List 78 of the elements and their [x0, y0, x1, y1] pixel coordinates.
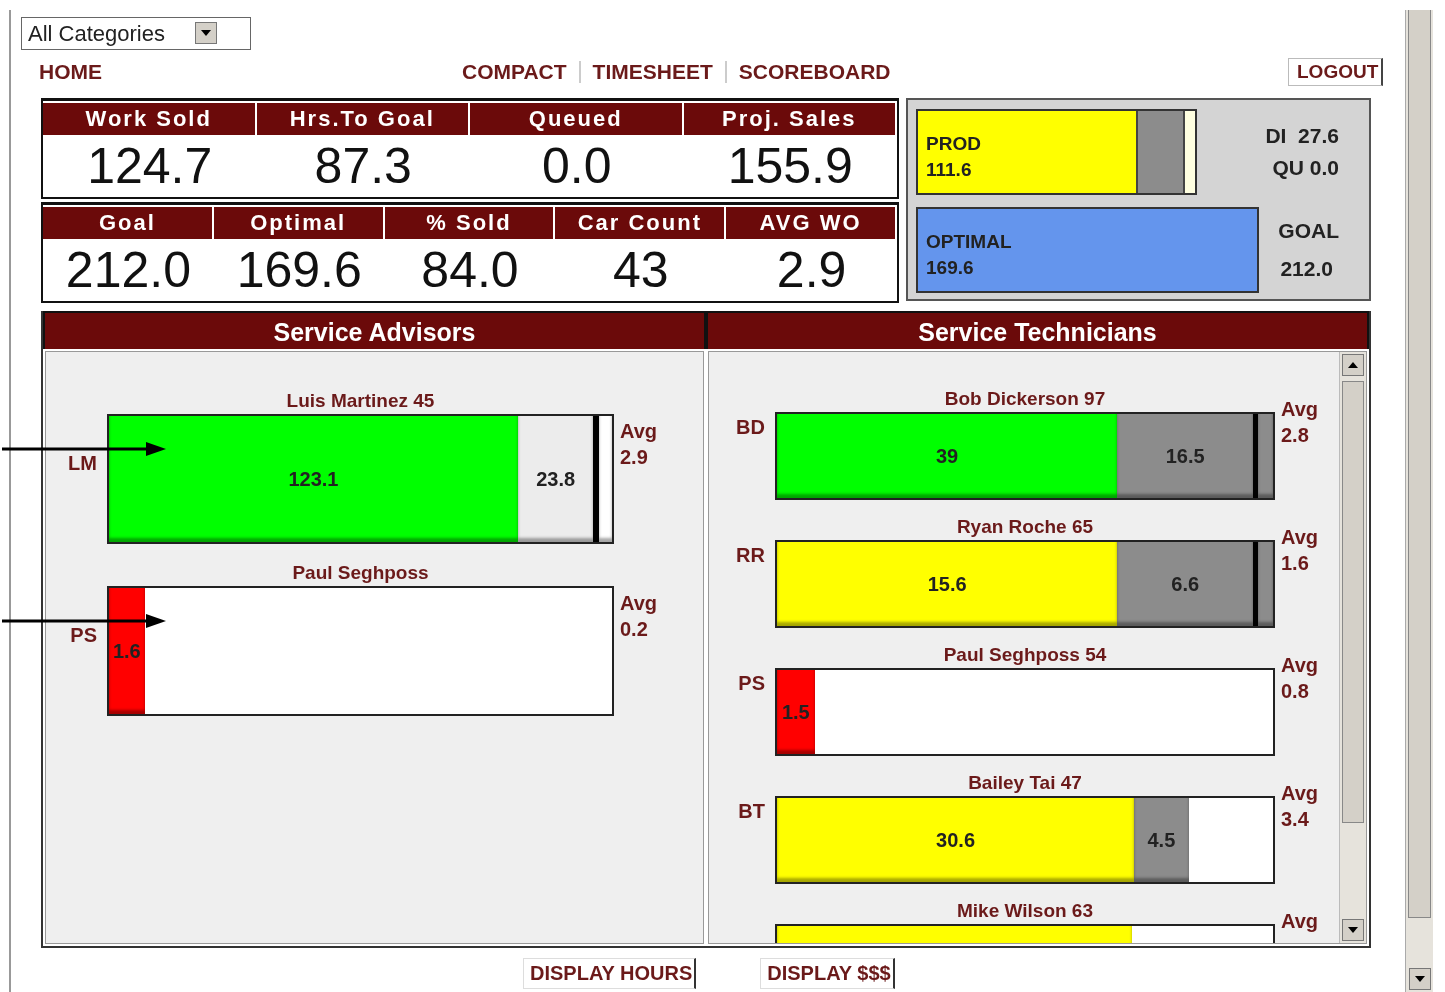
display-button[interactable]: DISPLAY HOURS — [523, 958, 697, 989]
bar-segment: 6.6 — [1117, 542, 1254, 626]
average-label: Avg — [620, 419, 658, 444]
bar-segment: 4.5 — [1134, 798, 1189, 882]
logout-link[interactable]: LOGOUT — [1288, 58, 1384, 86]
stat-header: % Sold — [384, 207, 556, 239]
display-button[interactable]: DISPLAY $$$ — [760, 958, 895, 989]
average-value: 2.8 — [1281, 423, 1310, 448]
bar-segment: 23.8 — [517, 416, 594, 542]
bar-label: OPTIMAL — [926, 230, 1012, 254]
average-value: 3.4 — [1281, 807, 1310, 832]
stat-header: Hrs.To Goal — [256, 103, 470, 135]
down-arrow-icon — [1348, 927, 1358, 933]
stat-value: 0.0 — [541, 137, 613, 196]
stat-header: Queued — [470, 103, 684, 135]
stat-value: 169.6 — [235, 241, 363, 300]
average-label: Avg — [1281, 525, 1320, 550]
average-label: Avg — [1281, 781, 1320, 806]
bar-label: PROD — [926, 132, 981, 156]
person-name: Bob Dickerson 97 — [943, 388, 1107, 410]
stat-value: 124.7 — [86, 137, 214, 196]
scrollbar[interactable] — [1339, 352, 1366, 943]
stat-header: Work Sold — [43, 103, 257, 135]
bar-segment: 1.6 — [109, 588, 145, 714]
person-name: Ryan Roche 65 — [955, 516, 1095, 538]
initials-label: PS — [738, 672, 765, 694]
bar-segment: 39 — [777, 414, 1118, 498]
scrollbar[interactable] — [1405, 10, 1433, 992]
person-name: Bailey Tai 47 — [967, 772, 1083, 794]
stat-header: Proj. Sales — [683, 103, 897, 135]
average-label: Avg — [1281, 397, 1320, 422]
stat-value: 155.9 — [726, 137, 854, 196]
category-select[interactable]: All Categories — [21, 17, 251, 50]
average-value: 0.8 — [1281, 679, 1310, 704]
initials-label: PS — [70, 624, 97, 646]
average-label: Avg — [620, 591, 658, 616]
stat-header: Goal — [43, 207, 214, 239]
goal-value: 212.0 — [1280, 257, 1334, 281]
bar-segment: 30.6 — [777, 798, 1135, 882]
nav-link[interactable]: COMPACT — [462, 60, 567, 84]
goal-label: GOAL — [1278, 219, 1339, 243]
average-value: 2.9 — [620, 445, 649, 470]
section-header: Service Advisors — [43, 311, 706, 349]
person-name: Paul Seghposs — [291, 562, 430, 584]
stat-value: 2.9 — [775, 241, 848, 300]
bar-value: 111.6 — [926, 158, 973, 182]
nav-link[interactable]: SCOREBOARD — [738, 60, 891, 84]
down-arrow-icon — [1414, 976, 1425, 982]
average-value: 1.6 — [1281, 551, 1310, 576]
average-label: Avg — [1281, 909, 1320, 934]
stat-value: 212.0 — [64, 241, 192, 300]
stat-header: AVG WO — [726, 207, 897, 239]
average-label: Avg — [1281, 653, 1320, 678]
nav-link[interactable]: TIMESHEET — [592, 60, 713, 84]
initials-label: BT — [738, 800, 765, 822]
down-arrow-icon — [200, 29, 211, 36]
bar-segment: 1.5 — [777, 670, 815, 754]
person-name: Luis Martinez 45 — [285, 390, 436, 412]
reading-text: DI 27.6 — [1265, 124, 1339, 148]
stat-value: 84.0 — [420, 241, 520, 300]
bar-segment: 16.5 — [1117, 414, 1254, 498]
stat-header: Car Count — [555, 207, 727, 239]
initials-label: BD — [736, 416, 765, 438]
average-value: 0.2 — [620, 617, 649, 642]
bar-value: 169.6 — [926, 256, 975, 280]
bar-segment: 123.1 — [109, 416, 518, 542]
person-name: Paul Seghposs 54 — [942, 644, 1108, 666]
stat-header: Optimal — [213, 207, 385, 239]
initials-label: LM — [68, 452, 97, 474]
stat-value: 43 — [611, 241, 670, 300]
reading-text: QU 0.0 — [1272, 156, 1339, 180]
person-name: Mike Wilson 63 — [955, 900, 1094, 922]
section-header: Service Technicians — [706, 311, 1369, 349]
bar-segment: 15.6 — [777, 542, 1118, 626]
home-link[interactable]: HOME — [39, 60, 462, 84]
initials-label: RR — [736, 544, 765, 566]
up-arrow-icon — [1348, 362, 1358, 368]
stat-value: 87.3 — [313, 137, 413, 196]
